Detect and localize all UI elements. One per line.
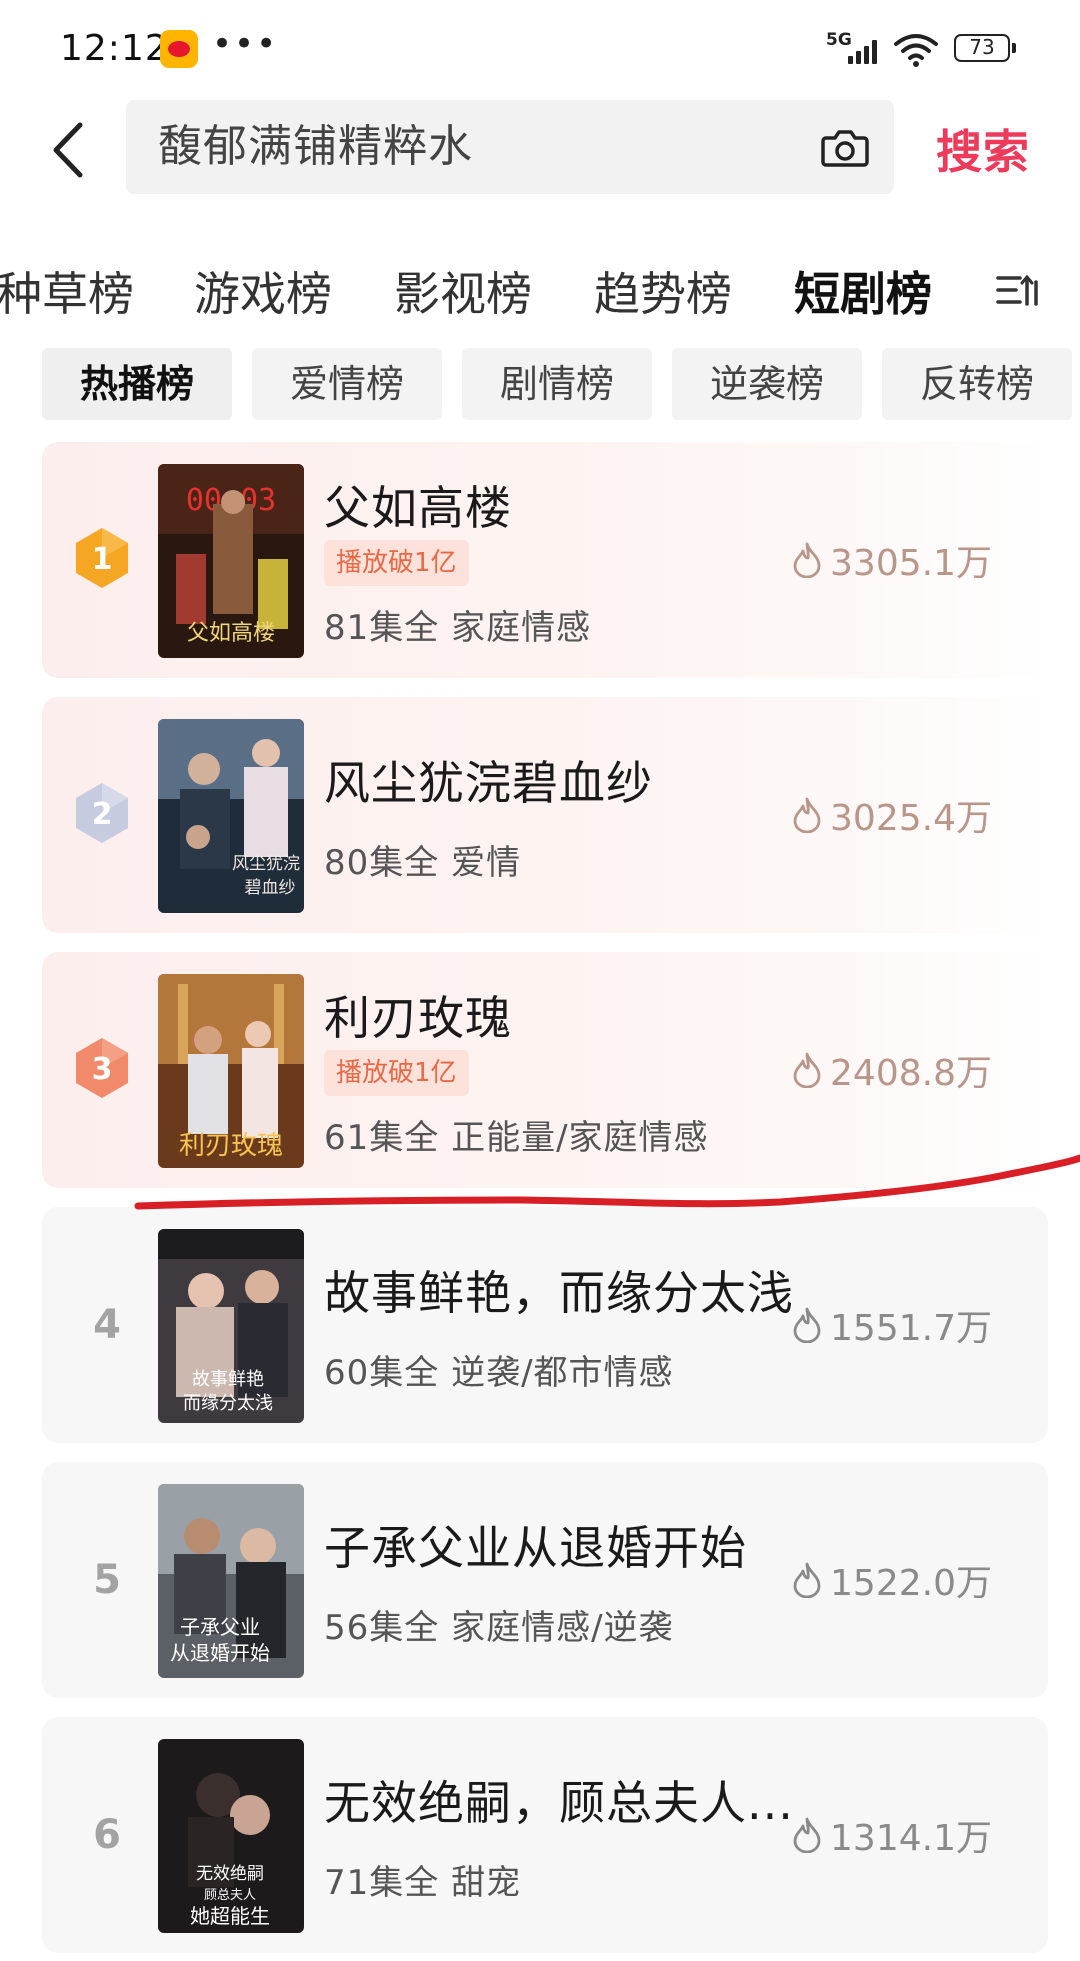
drama-title: 风尘犹浣碧血纱: [324, 756, 653, 810]
svg-text:故事鲜艳: 故事鲜艳: [192, 1369, 264, 1390]
status-bar: 12:12 ••• 5G 73: [0, 0, 1080, 100]
flame-icon: [793, 542, 821, 578]
rank-number: 6: [93, 1812, 121, 1858]
drama-title: 利刃玫瑰: [324, 991, 512, 1045]
poster-image: 风尘犹浣 碧血纱: [158, 719, 304, 913]
heat-number: 1522.0万: [830, 1563, 992, 1604]
search-button[interactable]: 搜索: [936, 116, 1030, 182]
subtab-romance[interactable]: 爱情榜: [252, 348, 442, 420]
drama-meta: 81集全 家庭情感: [324, 608, 592, 648]
heat-number: 1551.7万: [830, 1308, 992, 1349]
svg-text:顾总夫人: 顾总夫人: [204, 1888, 256, 1903]
poster-image: 00:03 父如高楼: [158, 464, 304, 658]
poster-image: 无效绝嗣 顾总夫人 她超能生: [158, 1739, 304, 1933]
drama-meta: 61集全 正能量/家庭情感: [324, 1118, 709, 1158]
ranking-item[interactable]: 4 故事鲜艳 而缘分太浅 故事鲜艳，而缘分太浅 60集全 逆袭/都市情感 155…: [42, 1207, 1048, 1443]
back-button[interactable]: [40, 115, 100, 185]
rank-number: 5: [93, 1557, 121, 1603]
weibo-notification-icon: [160, 30, 198, 68]
svg-text:2: 2: [92, 797, 113, 832]
poster-image: 利刃玫瑰: [158, 974, 304, 1168]
flame-icon: [793, 1307, 821, 1343]
subtab-plot[interactable]: 剧情榜: [462, 348, 652, 420]
tab-short-drama[interactable]: 短剧榜: [794, 258, 932, 324]
subtab-twist[interactable]: 反转榜: [882, 348, 1072, 420]
ranking-item[interactable]: 1 00:03 父如高楼 父如高楼 播放破1亿 81集全 家庭情感 3305.1…: [42, 442, 1048, 678]
svg-text:利刃玫瑰: 利刃玫瑰: [179, 1131, 283, 1161]
heat-number: 2408.8万: [830, 1053, 992, 1094]
svg-text:父如高楼: 父如高楼: [187, 621, 275, 646]
drama-meta: 80集全 爱情: [324, 843, 522, 883]
drama-meta: 71集全 甜宠: [324, 1863, 522, 1903]
subtab-hot[interactable]: 热播榜: [42, 348, 232, 420]
ranking-item[interactable]: 6 无效绝嗣 顾总夫人 她超能生 无效绝嗣，顾总夫人... 71集全 甜宠 13…: [42, 1717, 1048, 1953]
tab-seeding[interactable]: 种草榜: [0, 258, 134, 324]
camera-icon[interactable]: [820, 122, 870, 172]
drama-title: 子承父业从退婚开始: [324, 1521, 747, 1575]
svg-text:子承父业: 子承父业: [180, 1615, 260, 1639]
tab-film-tv[interactable]: 影视榜: [394, 258, 532, 324]
ranking-item[interactable]: 5 子承父业 从退婚开始 子承父业从退婚开始 56集全 家庭情感/逆袭 1522…: [42, 1462, 1048, 1698]
svg-text:风尘犹浣: 风尘犹浣: [232, 854, 300, 874]
rank-number: 4: [93, 1302, 121, 1348]
heat-value: 1551.7万: [792, 1207, 992, 1443]
svg-text:无效绝嗣: 无效绝嗣: [196, 1864, 264, 1884]
flame-icon: [793, 1817, 821, 1853]
gold-rank-badge: 1: [76, 528, 128, 588]
subtab-comeback[interactable]: 逆袭榜: [672, 348, 862, 420]
wifi-icon: [894, 34, 938, 67]
search-input[interactable]: 馥郁满铺精粹水: [126, 100, 894, 194]
heat-value: 3025.4万: [792, 697, 992, 933]
more-notifications-icon: •••: [212, 24, 279, 64]
play-milestone-badge: 播放破1亿: [324, 1050, 469, 1096]
heat-value: 3305.1万: [792, 442, 992, 678]
search-query: 馥郁满铺精粹水: [158, 121, 473, 172]
heat-number: 3305.1万: [830, 543, 992, 584]
drama-meta: 60集全 逆袭/都市情感: [324, 1353, 674, 1393]
heat-number: 3025.4万: [830, 798, 992, 839]
poster-image: 子承父业 从退婚开始: [158, 1484, 304, 1678]
status-time: 12:12: [60, 28, 169, 69]
category-tabs: 种草榜 游戏榜 影视榜 趋势榜 短剧榜: [0, 250, 1080, 330]
poster-image: 故事鲜艳 而缘分太浅: [158, 1229, 304, 1423]
signal-icon: [848, 36, 884, 64]
heat-value: 1522.0万: [792, 1462, 992, 1698]
heat-value: 2408.8万: [792, 952, 992, 1188]
play-milestone-badge: 播放破1亿: [324, 540, 469, 586]
svg-text:1: 1: [92, 542, 113, 577]
svg-text:3: 3: [92, 1052, 113, 1087]
drama-title: 故事鲜艳，而缘分太浅: [324, 1266, 794, 1320]
tab-trends[interactable]: 趋势榜: [594, 258, 732, 324]
battery-indicator: 73: [954, 34, 1016, 62]
flame-icon: [793, 797, 821, 833]
drama-title: 无效绝嗣，顾总夫人...: [324, 1776, 794, 1830]
silver-rank-badge: 2: [76, 783, 128, 843]
svg-text:她超能生: 她超能生: [190, 1904, 270, 1928]
flame-icon: [793, 1052, 821, 1088]
svg-text:碧血纱: 碧血纱: [245, 878, 296, 898]
tab-list-icon[interactable]: [996, 270, 1042, 310]
heat-value: 1314.1万: [792, 1717, 992, 1953]
heat-number: 1314.1万: [830, 1818, 992, 1859]
ranking-item[interactable]: 3 利刃玫瑰 利刃玫瑰 播放破1亿 61集全 正能量/家庭情感 2408.8万: [42, 952, 1048, 1188]
drama-meta: 56集全 家庭情感/逆袭: [324, 1608, 674, 1648]
drama-title: 父如高楼: [324, 481, 512, 535]
svg-text:从退婚开始: 从退婚开始: [170, 1641, 270, 1665]
svg-text:而缘分太浅: 而缘分太浅: [183, 1393, 273, 1414]
ranking-item[interactable]: 2 风尘犹浣 碧血纱 风尘犹浣碧血纱 80集全 爱情 3025.4万: [42, 697, 1048, 933]
tab-games[interactable]: 游戏榜: [194, 258, 332, 324]
bronze-rank-badge: 3: [76, 1038, 128, 1098]
flame-icon: [793, 1562, 821, 1598]
